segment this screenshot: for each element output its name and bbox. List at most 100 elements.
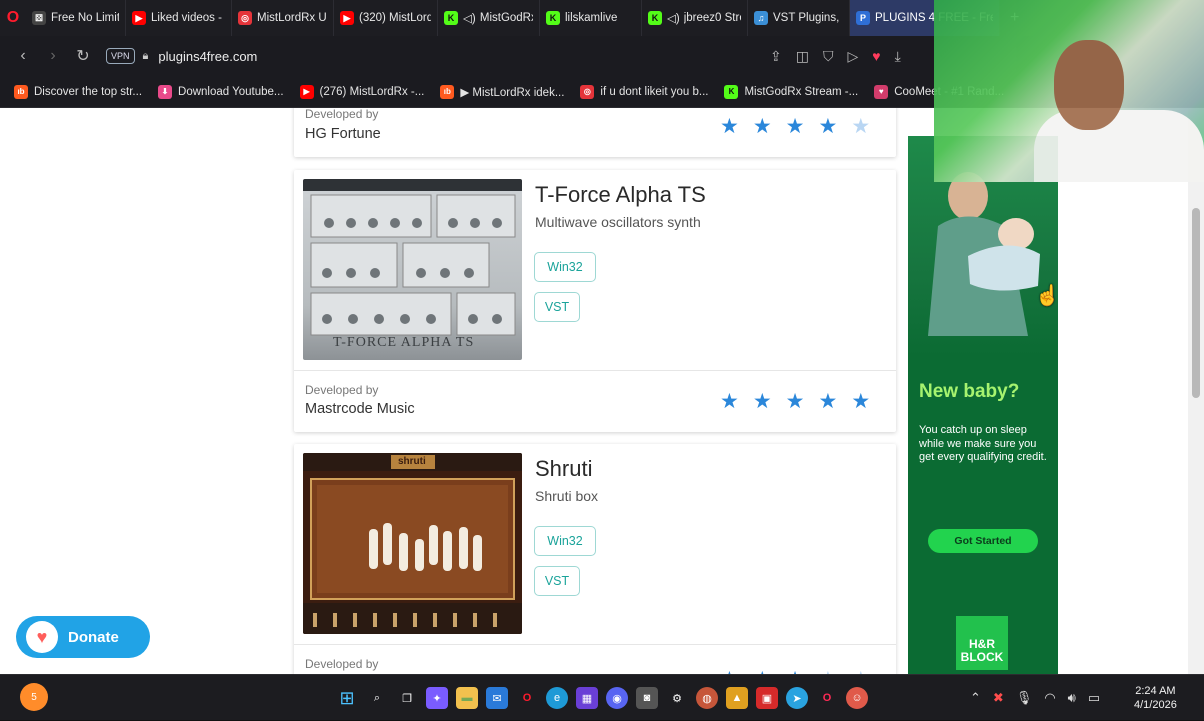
tab-mistlordrx[interactable]: ◎ MistLordRx U G <box>232 0 334 36</box>
battery-icon[interactable]: ▭ <box>1088 690 1100 706</box>
card-header: shruti Shruti Shruti box Win32 VST <box>294 444 896 634</box>
kick-icon: K <box>724 84 739 99</box>
bookmark-item[interactable]: ◎ if u dont likeit you b... <box>574 84 714 99</box>
scrollbar-thumb[interactable] <box>1192 208 1200 398</box>
discord-icon[interactable]: ◉ <box>606 687 628 709</box>
tab-mistlordr-320[interactable]: ▶ (320) MistLordR <box>334 0 438 36</box>
bookmark-favicon-icon: ıb <box>440 84 455 99</box>
system-clock[interactable]: 2:24 AM 4/1/2026 <box>1134 684 1177 712</box>
plugin-card: T-FORCE ALPHA TS T-Force Alpha TS Multiw… <box>294 170 896 432</box>
shield-icon[interactable]: ⛉ <box>823 48 834 65</box>
rating-stars: ★ ★ ★ ★ ★ <box>720 116 870 137</box>
app-icon[interactable]: ▦ <box>576 687 598 709</box>
tab-mistgodrx[interactable]: K ◁) MistGodRx <box>438 0 540 36</box>
plugin-name[interactable]: Shruti <box>535 456 592 482</box>
webcam-overlay <box>934 0 1204 182</box>
lock-icon[interactable]: 🔒︎ <box>143 50 149 63</box>
camera-app-icon[interactable]: ◙ <box>636 687 658 709</box>
url-field[interactable]: plugins4free.com <box>158 49 257 64</box>
thumbnail-caption: shruti <box>398 456 426 467</box>
file-explorer-icon[interactable]: ▬ <box>456 687 478 709</box>
edge-icon[interactable]: e <box>546 687 568 709</box>
kick-icon: K <box>444 11 458 25</box>
opera-logo-icon[interactable]: O <box>0 0 26 36</box>
developer-name[interactable]: Mastrcode Music <box>305 401 415 417</box>
telegram-icon[interactable]: ➤ <box>786 687 808 709</box>
mail-icon[interactable]: ✉ <box>486 687 508 709</box>
plugin-description: Multiwave oscillators synth <box>535 214 701 230</box>
card-header: T-FORCE ALPHA TS T-Force Alpha TS Multiw… <box>294 170 896 360</box>
bookmark-item[interactable]: ıb ▶ MistLordRx idek... <box>434 84 570 99</box>
developer-name[interactable]: HG Fortune <box>305 126 381 142</box>
star-icon: ★ <box>818 390 838 413</box>
camera-icon[interactable]: ◫ <box>796 48 809 65</box>
star-empty-icon: ★ <box>851 115 871 138</box>
donate-label: Donate <box>68 628 119 646</box>
bookmark-item[interactable]: ıb Discover the top str... <box>8 84 148 99</box>
download-icon[interactable]: ⤓ <box>895 48 901 65</box>
page-content: Developed by HG Fortune ★ ★ ★ ★ ★ T-FORC… <box>0 108 1188 674</box>
chevron-up-icon[interactable]: ⌃ <box>970 690 981 706</box>
star-icon: ★ <box>785 390 805 413</box>
tab-vst-plugins[interactable]: ♫ VST Plugins, Sy <box>748 0 850 36</box>
app-icon[interactable]: ☺ <box>846 687 868 709</box>
reload-icon[interactable]: ↻ <box>68 46 98 66</box>
play-icon[interactable]: ▷ <box>847 48 858 65</box>
music-icon: ♫ <box>754 11 768 25</box>
star-icon: ★ <box>851 390 871 413</box>
plugin-name[interactable]: T-Force Alpha TS <box>535 182 706 208</box>
plugin-thumbnail[interactable]: shruti <box>303 453 522 634</box>
opera-icon[interactable]: O <box>516 687 538 709</box>
heart-icon[interactable]: ♥ <box>872 48 880 64</box>
app-icon[interactable]: ◍ <box>696 687 718 709</box>
bookmark-item[interactable]: ▶ (276) MistLordRx -... <box>294 84 431 99</box>
card-footer: Developed by Mastrcode Music ★ ★ ★ ★ ★ <box>294 370 896 432</box>
copilot-icon[interactable]: ✦ <box>426 687 448 709</box>
windows-start-icon[interactable]: ⊞ <box>336 687 358 709</box>
bookmark-favicon-icon: ıb <box>14 84 28 99</box>
search-icon[interactable]: ⌕ <box>366 687 388 709</box>
wifi-icon[interactable]: ◠ <box>1044 690 1055 706</box>
vpn-badge[interactable]: VPN <box>106 48 135 64</box>
shruti-box-image <box>303 453 522 634</box>
notification-badge[interactable]: 5 <box>20 683 48 711</box>
system-tray: ⌃ ✖ 🎙︎ ◠ 🔊︎ ▭ <box>970 675 1100 721</box>
bookmark-item[interactable]: K MistGodRx Stream -... <box>718 84 864 99</box>
audio-icon: ◁) <box>667 13 679 25</box>
tab-lilskamlive[interactable]: K lilskamlive <box>540 0 642 36</box>
share-icon[interactable]: ⇪ <box>770 48 782 65</box>
platform-chip-win32[interactable]: Win32 <box>534 526 596 556</box>
clock-time: 2:24 AM <box>1135 685 1176 697</box>
kofi-heart-icon: ♥ <box>26 621 58 653</box>
card-footer: Developed by HG Fortune ★ ★ ★ ★ ★ <box>294 108 896 157</box>
page-scrollbar[interactable] <box>1188 108 1204 674</box>
app-icon[interactable]: ▣ <box>756 687 778 709</box>
plugin-thumbnail[interactable]: T-FORCE ALPHA TS <box>303 179 522 360</box>
advertisement-banner[interactable]: New baby? You catch up on sleep while we… <box>908 136 1058 674</box>
developer-label: Developed by <box>305 383 379 397</box>
tray-app-icon[interactable]: ✖ <box>993 690 1004 706</box>
star-icon: ★ <box>720 115 739 138</box>
opera-gx-icon[interactable]: O <box>816 687 838 709</box>
card-footer: Developed by ★ ★ ★ ★ ★ <box>294 644 896 674</box>
tab-jbreez0[interactable]: K ◁) jbreez0 Stre <box>642 0 748 36</box>
task-view-icon[interactable]: ❐ <box>396 687 418 709</box>
coomeet-icon: ♥ <box>874 84 889 99</box>
microphone-icon[interactable]: 🎙︎ <box>1016 690 1033 706</box>
format-chip-vst[interactable]: VST <box>534 292 580 322</box>
app-icon[interactable]: ▲ <box>726 687 748 709</box>
ad-headline: New baby? <box>919 381 1020 402</box>
format-chip-vst[interactable]: VST <box>534 566 580 596</box>
kick-icon: K <box>546 11 560 25</box>
ad-get-started-button[interactable]: Got Started <box>928 529 1038 553</box>
forward-arrow-icon[interactable]: › <box>38 47 68 65</box>
settings-icon[interactable]: ⚙ <box>666 687 688 709</box>
volume-icon[interactable]: 🔊︎ <box>1068 690 1076 706</box>
tab-liked-videos[interactable]: ▶ Liked videos - Y <box>126 0 232 36</box>
tab-free-no-limit[interactable]: ⚄ Free No Limit A <box>26 0 126 36</box>
bookmark-item[interactable]: ⬇ Download Youtube... <box>152 84 290 99</box>
back-arrow-icon[interactable]: ‹ <box>8 47 38 65</box>
platform-chip-win32[interactable]: Win32 <box>534 252 596 282</box>
youtube-icon: ▶ <box>299 84 314 99</box>
donate-button[interactable]: ♥ Donate <box>16 616 150 658</box>
